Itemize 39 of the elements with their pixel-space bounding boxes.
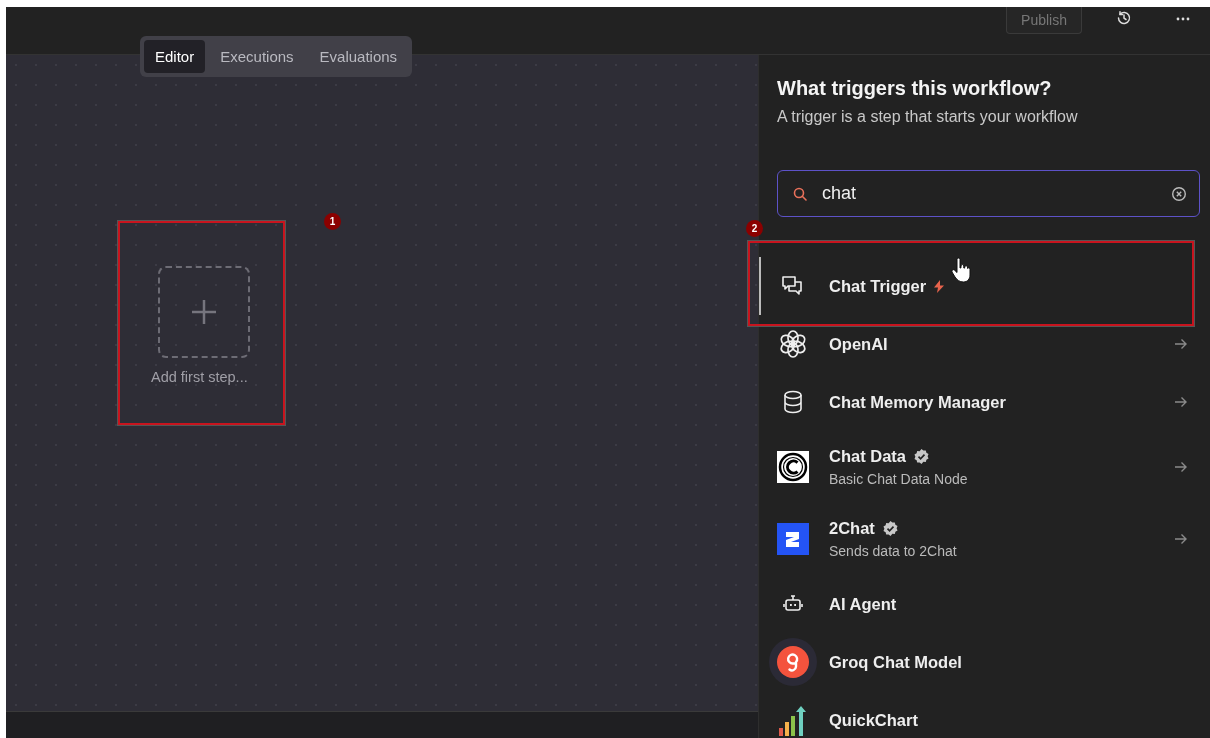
node-name: Chat Trigger — [829, 276, 927, 296]
node-name: AI Agent — [829, 594, 897, 614]
node-name: Chat Memory Manager — [829, 392, 1006, 412]
node-list-item[interactable]: 2Chat Sends data to 2Chat — [759, 503, 1210, 575]
knot-logo-icon — [777, 328, 809, 360]
annotation-number: 2 — [746, 220, 763, 237]
node-name: 2Chat — [829, 519, 875, 538]
node-list-item[interactable]: QuickChart — [759, 691, 1210, 738]
view-tab[interactable]: Evaluations — [308, 40, 409, 73]
search-icon — [793, 186, 807, 201]
hand-cursor-icon — [951, 257, 971, 283]
node-name: QuickChart — [829, 710, 918, 730]
node-list-item[interactable]: Chat Data Basic Chat Data Node — [759, 431, 1210, 503]
plus-icon — [191, 299, 217, 325]
panel-title: What triggers this workflow? — [777, 77, 1053, 100]
clear-icon[interactable] — [1171, 185, 1187, 202]
node-list-item[interactable]: Chat Trigger — [759, 257, 1210, 315]
node-list-item[interactable]: Groq Chat Model — [759, 633, 1210, 691]
node-description: Basic Chat Data Node — [829, 471, 969, 487]
search-field[interactable]: chat — [822, 183, 1156, 204]
node-name: OpenAI — [829, 334, 888, 354]
node-list-item[interactable]: OpenAI — [759, 315, 1210, 373]
history-icon[interactable] — [1116, 10, 1132, 26]
node-name: Groq Chat Model — [829, 652, 962, 672]
search-bar[interactable]: chat — [777, 170, 1200, 217]
node-list-item[interactable]: AI Agent — [759, 575, 1210, 633]
groq-logo-icon — [769, 638, 817, 686]
node-name: Chat Data — [829, 447, 906, 466]
bar-chart-icon — [777, 704, 809, 736]
annotation-number: 1 — [324, 213, 341, 230]
view-tab[interactable]: Executions — [209, 40, 305, 73]
node-description: Sends data to 2Chat — [829, 543, 958, 559]
node-list-item[interactable]: Chat Memory Manager — [759, 373, 1210, 431]
add-step-button[interactable] — [158, 266, 250, 358]
copyright-logo-icon — [777, 451, 809, 483]
view-tab[interactable]: Editor — [144, 40, 206, 73]
add-step-label: Add first step... — [151, 369, 248, 385]
two-chat-logo-icon — [777, 523, 809, 555]
panel-subtitle: A trigger is a step that starts your workflow — [777, 108, 1079, 126]
